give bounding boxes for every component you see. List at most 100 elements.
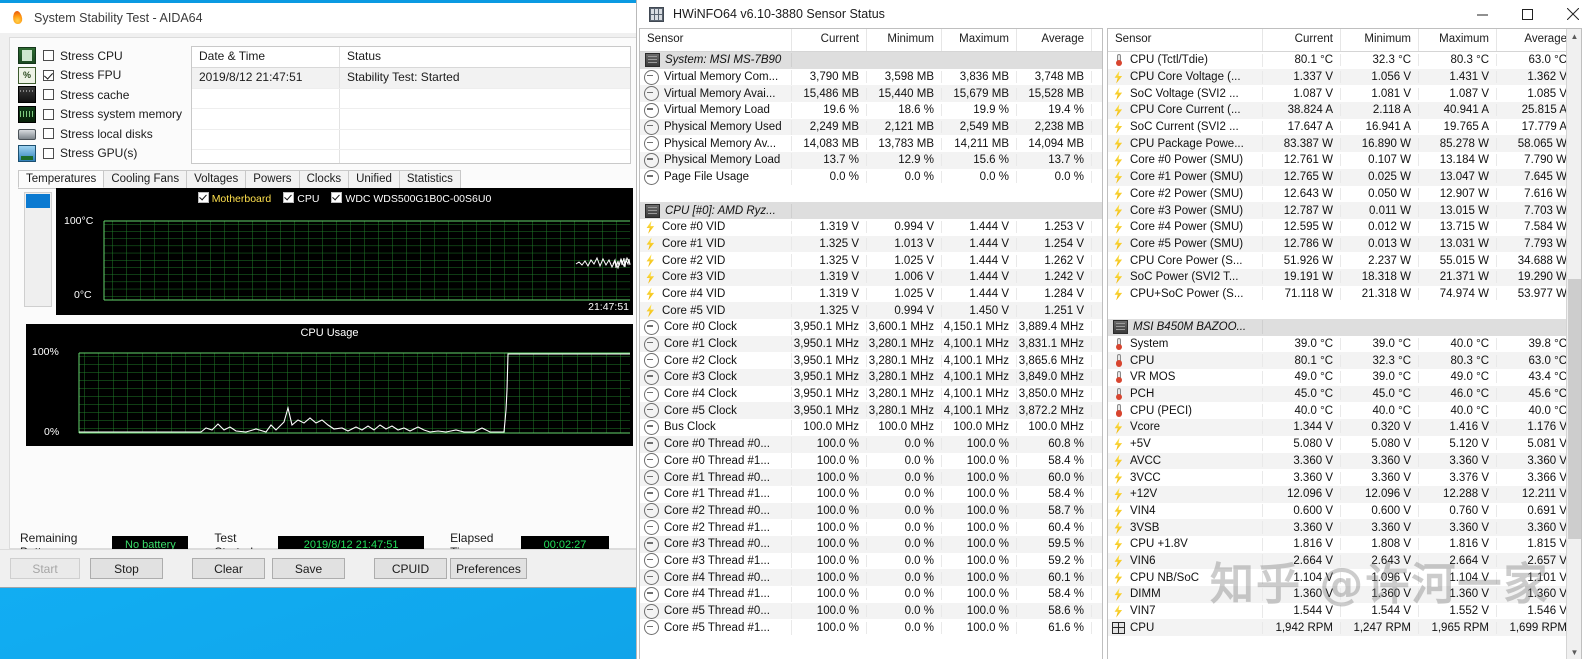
sensor-row[interactable]: DIMM 1.360 V 1.360 V 1.360 V 1.360 V — [1108, 586, 1581, 603]
sensor-row[interactable]: PCH 45.0 °C 45.0 °C 46.0 °C 45.6 °C — [1108, 385, 1581, 403]
sensor-row[interactable]: VR MOS 49.0 °C 39.0 °C 49.0 °C 43.4 °C — [1108, 369, 1581, 386]
sensor-row[interactable]: Core #0 Clock 3,950.1 MHz 3,600.1 MHz 4,150… — [640, 319, 1102, 336]
column-header-sensor[interactable]: Sensor — [640, 29, 792, 51]
sensor-row[interactable]: +5V 5.080 V 5.080 V 5.120 V 5.081 V — [1108, 436, 1581, 453]
sensor-row[interactable]: Core #2 Power (SMU) 12.643 W 0.050 W 12.907… — [1108, 186, 1581, 203]
sensor-row[interactable]: Core #4 VID 1.319 V 1.025 V 1.444 V 1.284 V — [640, 286, 1102, 303]
sensor-row[interactable]: CPU +1.8V 1.816 V 1.808 V 1.816 V 1.815 V — [1108, 536, 1581, 553]
column-header-datetime[interactable]: Date & Time — [192, 47, 340, 67]
sensor-row[interactable]: Virtual Memory Com... 3,790 MB 3,598 MB 3,8… — [640, 69, 1102, 86]
sensor-row[interactable]: Physical Memory Used 2,249 MB 2,121 MB 2,54… — [640, 118, 1102, 136]
scrollbar-thumb[interactable] — [1568, 279, 1581, 539]
sensor-group-row[interactable]: System: MSI MS-7B90 — [640, 52, 1102, 69]
clear-button[interactable]: Clear — [192, 558, 265, 579]
sensor-row[interactable]: CPU Core Power (S... 51.926 W 2.237 W 55.01… — [1108, 252, 1581, 269]
stress-option-row[interactable]: Stress system memory — [18, 105, 188, 124]
stress-option-row[interactable]: % Stress FPU — [18, 66, 188, 85]
sensor-row[interactable]: +12V 12.096 V 12.096 V 12.288 V 12.211 V — [1108, 485, 1581, 503]
sensor-row[interactable]: SoC Power (SVI2 T... 19.191 W 18.318 W 21.3… — [1108, 268, 1581, 286]
stress-option-row[interactable]: Stress local disks — [18, 124, 188, 143]
tab-temperatures[interactable]: Temperatures — [18, 170, 105, 188]
sensor-row[interactable]: AVCC 3.360 V 3.360 V 3.360 V 3.360 V — [1108, 452, 1581, 470]
sensor-row[interactable]: Core #0 VID 1.319 V 0.994 V 1.444 V 1.253 V — [640, 219, 1102, 236]
tab-unified[interactable]: Unified — [348, 170, 400, 188]
stop-button[interactable]: Stop — [90, 558, 163, 579]
sensor-row[interactable]: VIN7 1.544 V 1.544 V 1.552 V 1.546 V — [1108, 603, 1581, 620]
sensor-row[interactable]: Core #0 Thread #1... 100.0 % 0.0 % 100.0 % 5… — [640, 453, 1102, 470]
sensor-row[interactable]: Core #5 Clock 3,950.1 MHz 3,280.1 MHz 4,100… — [640, 402, 1102, 420]
sensor-row[interactable]: CPU Core Current (... 38.824 A 2.118 A 40.9… — [1108, 102, 1581, 119]
stress-checkbox[interactable] — [43, 108, 54, 120]
sensor-row[interactable]: Core #0 Power (SMU) 12.761 W 0.107 W 13.184… — [1108, 152, 1581, 169]
sensor-row[interactable]: Physical Memory Av... 14,083 MB 13,783 MB 1… — [640, 135, 1102, 152]
column-header-average[interactable]: Average — [1497, 29, 1575, 51]
sensor-group-row[interactable]: CPU [#0]: AMD Ryz... — [640, 202, 1102, 219]
sensor-row[interactable]: Core #5 Power (SMU) 12.786 W 0.013 W 13.031… — [1108, 235, 1581, 253]
sensor-row[interactable]: Core #1 Thread #1... 100.0 % 0.0 % 100.0 % 5… — [640, 486, 1102, 503]
table-row[interactable]: 2019/8/12 21:47:51 Stability Test: Start… — [192, 68, 630, 89]
sensor-row[interactable]: SoC Current (SVI2 ... 17.647 A 16.941 A 19.… — [1108, 119, 1581, 136]
sensor-row[interactable]: Core #4 Thread #0... 100.0 % 0.0 % 100.0 % 6… — [640, 569, 1102, 586]
sensor-row[interactable]: Page File Usage 0.0 % 0.0 % 0.0 % 0.0 % — [640, 169, 1102, 186]
sensor-row[interactable]: Core #4 Clock 3,950.1 MHz 3,280.1 MHz 4,100… — [640, 386, 1102, 403]
stress-option-row[interactable]: Stress CPU — [18, 46, 188, 65]
column-header-current[interactable]: Current — [792, 29, 867, 51]
column-header-average[interactable]: Average — [1017, 29, 1092, 51]
sensor-row[interactable]: Core #2 Thread #0... 100.0 % 0.0 % 100.0 % 5… — [640, 502, 1102, 520]
stress-checkbox[interactable] — [43, 128, 54, 139]
sensor-row[interactable]: Core #1 Clock 3,950.1 MHz 3,280.1 MHz 4,100… — [640, 335, 1102, 353]
sensor-row[interactable]: Core #3 VID 1.319 V 1.006 V 1.444 V 1.242 V — [640, 268, 1102, 286]
column-header-sensor[interactable]: Sensor — [1108, 29, 1263, 51]
scroll-down-arrow[interactable]: ▼ — [1567, 645, 1581, 659]
maximize-button[interactable] — [1505, 0, 1550, 28]
sensor-row[interactable]: Core #3 Thread #1... 100.0 % 0.0 % 100.0 % 5… — [640, 553, 1102, 570]
sensor-table-left[interactable]: Sensor Current Minimum Maximum Average Syste… — [639, 28, 1103, 659]
sensor-row[interactable]: Core #4 Power (SMU) 12.595 W 0.012 W 13.715… — [1108, 219, 1581, 236]
table-row-empty[interactable] — [192, 109, 630, 130]
sensor-row[interactable]: Core #0 Thread #0... 100.0 % 0.0 % 100.0 % 6… — [640, 435, 1102, 453]
sensor-row[interactable]: Core #5 Thread #0... 100.0 % 0.0 % 100.0 % 5… — [640, 602, 1102, 620]
sensor-row[interactable]: VIN6 2.664 V 2.643 V 2.664 V 2.657 V — [1108, 552, 1581, 570]
sensor-row[interactable]: CPU NB/SoC 1.104 V 1.096 V 1.104 V 1.101 V — [1108, 569, 1581, 586]
column-header-status[interactable]: Status — [340, 47, 630, 67]
tab-clocks[interactable]: Clocks — [298, 170, 350, 188]
stress-checkbox[interactable] — [43, 89, 54, 100]
sensor-row[interactable]: CPU+SoC Power (S... 71.118 W 21.318 W 74.97… — [1108, 286, 1581, 303]
table-row-empty[interactable] — [192, 129, 630, 151]
sensor-row[interactable]: Core #1 Power (SMU) 12.765 W 0.025 W 13.047… — [1108, 168, 1581, 186]
stress-checkbox[interactable] — [43, 69, 54, 81]
sensor-row[interactable]: 3VSB 3.360 V 3.360 V 3.360 V 3.360 V — [1108, 519, 1581, 536]
column-header-minimum[interactable]: Minimum — [1341, 29, 1419, 51]
column-header-minimum[interactable]: Minimum — [867, 29, 942, 51]
scroll-up-arrow[interactable]: ▲ — [1567, 29, 1581, 44]
sensor-row[interactable]: Core #2 Clock 3,950.1 MHz 3,280.1 MHz 4,100… — [640, 352, 1102, 369]
sensor-row[interactable]: Bus Clock 100.0 MHz 100.0 MHz 100.0 MHz 100.… — [640, 419, 1102, 436]
stress-option-row[interactable]: Stress GPU(s) — [18, 144, 188, 163]
tab-statistics[interactable]: Statistics — [398, 170, 461, 188]
cpuid-button[interactable]: CPUID — [374, 558, 447, 579]
sensor-row[interactable]: Core #5 VID 1.325 V 0.994 V 1.450 V 1.251 V — [640, 302, 1102, 319]
sensor-row[interactable]: CPU Core Voltage (... 1.337 V 1.056 V 1.431… — [1108, 68, 1581, 86]
tab-voltages[interactable]: Voltages — [186, 170, 247, 188]
sensor-row[interactable]: System 39.0 °C 39.0 °C 40.0 °C 39.8 °C — [1108, 336, 1581, 353]
sensor-select-list[interactable] — [24, 192, 52, 307]
sensor-row[interactable]: CPU 80.1 °C 32.3 °C 80.3 °C 63.0 °C — [1108, 352, 1581, 370]
event-log-table[interactable]: Date & Time Status 2019/8/12 21:47:51 St… — [191, 46, 631, 164]
sensor-row[interactable]: Core #3 Clock 3,950.1 MHz 3,280.1 MHz 4,100… — [640, 369, 1102, 386]
sensor-row[interactable]: CPU (PECI) 40.0 °C 40.0 °C 40.0 °C 40.0 °C — [1108, 402, 1581, 419]
stress-checkbox[interactable] — [43, 147, 54, 159]
sensor-row[interactable]: Core #1 VID 1.325 V 1.013 V 1.444 V 1.254 V — [640, 235, 1102, 253]
preferences-button[interactable]: Preferences — [450, 558, 527, 579]
sensor-row[interactable]: SoC Voltage (SVI2 ... 1.087 V 1.081 V 1.087… — [1108, 85, 1581, 102]
sensor-row[interactable]: CPU (Tctl/Tdie) 80.1 °C 32.3 °C 80.3 °C 63.0… — [1108, 52, 1581, 69]
sensor-row[interactable]: 3VCC 3.360 V 3.360 V 3.376 V 3.366 V — [1108, 469, 1581, 486]
table-row-empty[interactable] — [192, 150, 630, 163]
table-row-empty[interactable] — [192, 88, 630, 110]
sensor-row[interactable]: Core #2 VID 1.325 V 1.025 V 1.444 V 1.262 V — [640, 252, 1102, 269]
tab-cooling-fans[interactable]: Cooling Fans — [103, 170, 188, 188]
sensor-row[interactable]: Core #3 Power (SMU) 12.787 W 0.011 W 13.015… — [1108, 202, 1581, 219]
minimize-button[interactable] — [1460, 0, 1505, 28]
sensor-row[interactable]: Physical Memory Load 13.7 % 12.9 % 15.6 % 13… — [640, 152, 1102, 169]
sensor-row[interactable]: CPU Package Powe... 83.387 W 16.890 W 85.27… — [1108, 135, 1581, 153]
sensor-row[interactable]: Virtual Memory Load 19.6 % 18.6 % 19.9 % 19.… — [640, 102, 1102, 119]
